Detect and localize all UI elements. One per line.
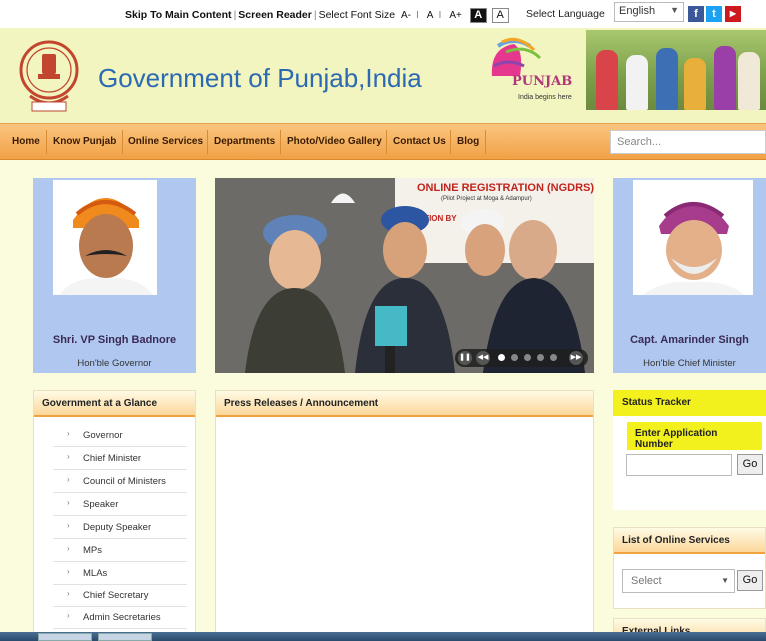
governor-name[interactable]: Shri. VP Singh Badnore <box>33 334 196 346</box>
glance-item-mlas[interactable]: › MLAs <box>53 563 187 585</box>
press-releases-panel: Press Releases / Announcement <box>215 390 594 640</box>
os-taskbar <box>0 632 766 641</box>
accessibility-links: Skip To Main Content | Screen Reader | Selec… <box>125 8 509 23</box>
taskbar-button[interactable] <box>98 633 152 641</box>
glance-item-council-of-ministers[interactable]: › Council of Ministers <box>53 471 187 493</box>
font-decrease-button[interactable]: A- <box>401 10 411 21</box>
facebook-icon[interactable]: f <box>688 6 704 22</box>
chevron-right-icon: › <box>67 567 70 576</box>
governor-card: Shri. VP Singh Badnore Hon'ble Governor <box>33 178 196 373</box>
nav-blog[interactable]: Blog <box>457 136 479 147</box>
glance-item-mps[interactable]: › MPs <box>53 540 187 562</box>
chevron-right-icon: › <box>67 429 70 438</box>
fast-forward-icon[interactable]: ▶▶ <box>569 351 583 365</box>
header-banner-photo <box>586 30 766 110</box>
status-tracker-heading: Status Tracker <box>613 390 766 416</box>
chief-minister-name[interactable]: Capt. Amarinder Singh <box>613 334 766 346</box>
chevron-down-icon: ▼ <box>721 576 729 585</box>
punjab-logo-word: PUNJAB <box>512 74 573 89</box>
glance-item-deputy-speaker[interactable]: › Deputy Speaker <box>53 517 187 539</box>
pause-icon[interactable]: ❚❚ <box>458 351 472 365</box>
screen-reader-link[interactable]: Screen Reader <box>238 9 312 21</box>
nav-contact-us[interactable]: Contact Us <box>393 136 446 147</box>
chevron-down-icon: ▼ <box>670 5 679 15</box>
online-services-select[interactable]: Select ▼ <box>622 569 735 593</box>
nav-online-services[interactable]: Online Services <box>128 136 203 147</box>
twitter-icon[interactable]: t <box>706 6 722 22</box>
glance-item-chief-minister[interactable]: › Chief Minister <box>53 448 187 470</box>
online-services-go-button[interactable]: Go <box>737 570 763 591</box>
glance-item-governor[interactable]: › Governor <box>53 425 187 447</box>
online-services-select-value: Select <box>631 575 662 587</box>
online-services-panel: List of Online Services <box>613 527 766 609</box>
select-language-label: Select Language <box>526 8 605 20</box>
rewind-icon[interactable]: ◀◀ <box>476 351 490 365</box>
contrast-dark-button[interactable]: A <box>469 8 487 23</box>
slide-dot[interactable] <box>550 354 557 361</box>
chevron-right-icon: › <box>67 521 70 530</box>
glance-item-admin-secretaries[interactable]: › Admin Secretaries <box>53 607 187 629</box>
online-services-heading: List of Online Services <box>614 528 765 554</box>
governor-role: Hon'ble Governor <box>77 358 152 369</box>
status-go-button[interactable]: Go <box>737 454 763 475</box>
skip-to-main-link[interactable]: Skip To Main Content <box>125 9 232 21</box>
glance-item-speaker[interactable]: › Speaker <box>53 494 187 516</box>
person-portrait-icon <box>633 180 753 295</box>
chevron-right-icon: › <box>67 611 70 620</box>
slide-dot[interactable] <box>537 354 544 361</box>
nav-home[interactable]: Home <box>12 136 40 147</box>
slider-controls: ❚❚ ◀◀ ▶▶ <box>455 349 588 367</box>
select-font-size-label: Select Font Size <box>318 9 396 21</box>
chevron-right-icon: › <box>67 475 70 484</box>
main-nav: Home Know Punjab Online Services Departm… <box>0 123 766 160</box>
chevron-right-icon: › <box>67 589 70 598</box>
chief-minister-card: Capt. Amarinder Singh Hon'ble Chief Mini… <box>613 178 766 373</box>
nav-know-punjab[interactable]: Know Punjab <box>53 136 116 147</box>
glance-item-chief-secretary[interactable]: › Chief Secretary <box>53 585 187 607</box>
enter-application-number-label: Enter Application Number <box>627 422 762 450</box>
slide-dot[interactable] <box>511 354 518 361</box>
person-portrait-icon <box>53 180 157 295</box>
slide-dot[interactable] <box>524 354 531 361</box>
state-emblem-icon[interactable] <box>18 36 80 116</box>
youtube-icon[interactable]: ▶ <box>725 6 741 22</box>
chief-minister-role: Hon'ble Chief Minister <box>643 358 736 369</box>
punjab-logo-tagline: India begins here <box>518 94 572 101</box>
chevron-right-icon: › <box>67 452 70 461</box>
glance-heading: Government at a Glance <box>34 391 195 417</box>
nav-photo-video-gallery[interactable]: Photo/Video Gallery <box>287 136 382 147</box>
font-normal-button[interactable]: A <box>427 10 434 21</box>
chief-minister-photo[interactable] <box>633 180 753 295</box>
top-utility-bar: Skip To Main Content | Screen Reader | Selec… <box>0 0 766 28</box>
press-heading: Press Releases / Announcement <box>216 391 593 417</box>
font-increase-button[interactable]: A+ <box>449 10 462 21</box>
photo-slider[interactable]: ONLINE REGISTRATION (NGDRS) (Pilot Proje… <box>215 178 594 373</box>
chevron-right-icon: › <box>67 498 70 507</box>
governor-photo[interactable] <box>53 180 157 295</box>
language-select[interactable]: English ▼ <box>614 2 684 22</box>
punjab-tourism-logo[interactable]: PUNJAB India begins here <box>484 36 584 114</box>
search-input[interactable]: Search... <box>610 130 766 154</box>
slide-dot[interactable] <box>498 354 505 361</box>
contrast-light-button[interactable]: A <box>491 8 509 23</box>
nav-departments[interactable]: Departments <box>214 136 275 147</box>
site-title[interactable]: Government of Punjab,India <box>98 63 422 94</box>
application-number-input[interactable] <box>626 454 732 476</box>
slider-photo <box>245 193 585 373</box>
language-select-value: English <box>619 5 656 17</box>
taskbar-button[interactable] <box>38 633 92 641</box>
chevron-right-icon: › <box>67 544 70 553</box>
site-header: Government of Punjab,India PUNJAB India … <box>0 28 766 123</box>
